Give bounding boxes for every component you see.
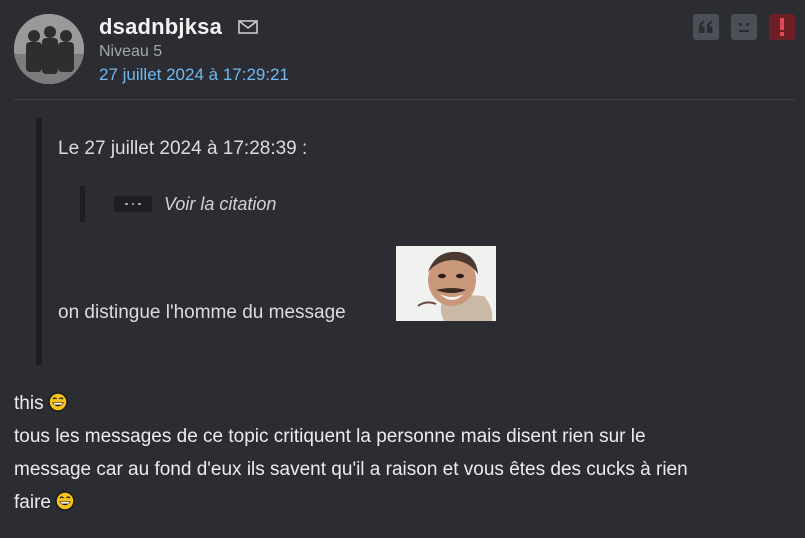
post-date-link[interactable]: 27 juillet 2024 à 17:29:21: [99, 65, 289, 85]
message-text: faire: [14, 492, 51, 513]
dot: [125, 202, 128, 206]
author-level: Niveau 5: [99, 43, 163, 60]
laughing-smiley-icon: [55, 491, 75, 511]
quote-button[interactable]: [693, 14, 719, 40]
quote-icon: [698, 21, 714, 33]
quoted-text: on distingue l'homme du message: [58, 302, 346, 323]
dot: [138, 202, 141, 206]
quote-block: Le 27 juillet 2024 à 17:28:39 : Voir la …: [36, 118, 536, 365]
message-line: this: [14, 392, 68, 415]
expand-quote-button[interactable]: [114, 196, 152, 212]
message-text: this: [14, 393, 44, 414]
avatar-image: [14, 14, 84, 84]
envelope-icon[interactable]: [238, 20, 258, 34]
report-button[interactable]: [769, 14, 795, 40]
message-line: faire: [14, 491, 75, 514]
sad-button[interactable]: [731, 14, 757, 40]
laughing-man-sticker: [396, 246, 496, 321]
quote-header: Le 27 juillet 2024 à 17:28:39 :: [58, 138, 308, 159]
header-divider: [14, 99, 795, 100]
exclamation-icon: [779, 18, 785, 36]
nested-quote: Voir la citation: [80, 186, 276, 222]
post-actions: [693, 14, 795, 40]
laughing-smiley-icon: [47, 392, 68, 412]
see-quote-link[interactable]: Voir la citation: [164, 194, 276, 215]
message-line: message car au fond d'eux ils savent qu'…: [14, 459, 688, 480]
author-name[interactable]: dsadnbjksa: [99, 14, 222, 40]
message-line: tous les messages de ce topic critiquent…: [14, 426, 646, 447]
sad-face-icon: [735, 19, 753, 35]
avatar[interactable]: [14, 14, 84, 84]
author-line: dsadnbjksa: [99, 14, 258, 40]
dot: [131, 202, 135, 206]
forum-post: dsadnbjksa Niveau 5 27 juillet 2024 à 17…: [0, 0, 805, 538]
